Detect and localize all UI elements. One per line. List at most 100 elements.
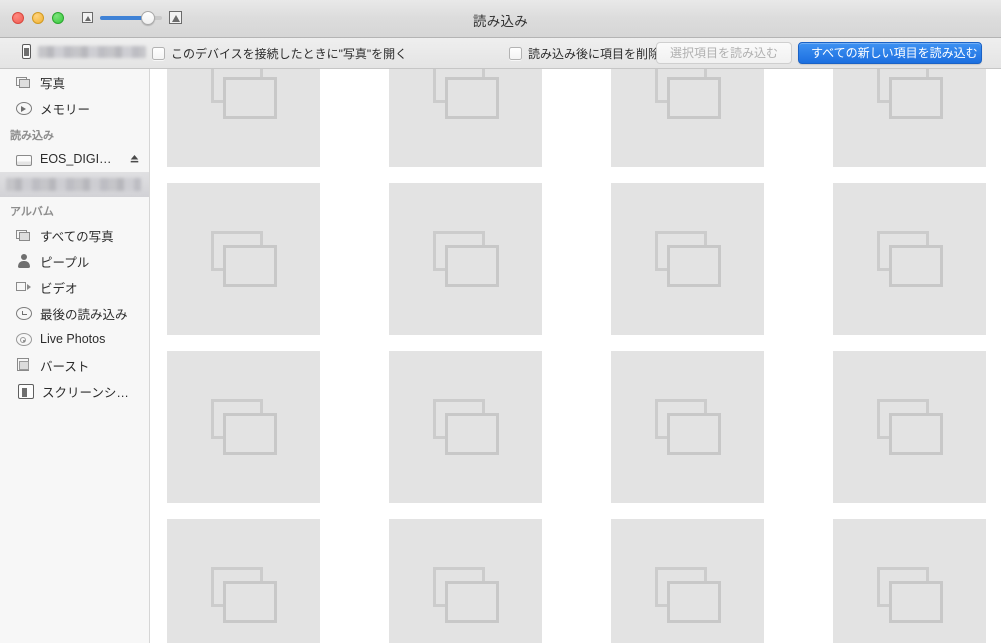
stacked-photos-icon xyxy=(432,231,499,287)
sidebar-item-label: スクリーンショ… xyxy=(42,385,141,400)
sidebar-section-albums: アルバム xyxy=(10,206,54,218)
eject-icon[interactable] xyxy=(130,154,139,164)
stacked-photos-icon xyxy=(876,399,943,455)
stacked-photos-icon xyxy=(654,231,721,287)
stacked-photos-icon xyxy=(654,399,721,455)
stacked-photos-front-rect xyxy=(666,245,721,287)
connected-device[interactable] xyxy=(22,44,146,59)
thumbnail-cell[interactable] xyxy=(833,519,986,643)
thumbnail-cell[interactable] xyxy=(167,519,320,643)
stacked-photos-front-rect xyxy=(888,77,943,119)
thumbnail-cell[interactable] xyxy=(167,69,320,167)
stacked-photos-front-rect xyxy=(888,413,943,455)
stacked-photos-front-rect xyxy=(888,581,943,623)
stacked-photos-icon xyxy=(210,567,277,623)
thumbnail-cell[interactable] xyxy=(389,183,542,335)
drive-icon xyxy=(16,154,32,166)
stacked-photos-icon xyxy=(654,567,721,623)
sidebar-item-bursts[interactable]: バースト xyxy=(0,352,149,378)
stacked-photos-front-rect xyxy=(222,581,277,623)
sidebar-item-live-photos[interactable]: Live Photos xyxy=(0,326,149,352)
thumbnail-cell[interactable] xyxy=(389,351,542,503)
person-icon xyxy=(16,253,32,269)
stacked-photos-front-rect xyxy=(444,77,499,119)
device-name-redacted xyxy=(38,45,146,58)
burst-icon xyxy=(16,357,32,373)
sidebar-item-label: 最後の読み込み xyxy=(40,307,128,322)
video-icon xyxy=(16,279,32,295)
sidebar-item-eos-digital[interactable]: EOS_DIGI… xyxy=(0,146,149,172)
sidebar-item-videos[interactable]: ビデオ xyxy=(0,274,149,300)
sidebar-item-photos[interactable]: 写真 xyxy=(0,69,149,95)
clock-icon xyxy=(16,307,32,320)
window-titlebar: 読み込み xyxy=(0,0,1001,38)
checkbox-box[interactable] xyxy=(152,47,165,60)
sidebar-item-screenshots[interactable]: スクリーンショ… xyxy=(0,378,149,404)
iphone-icon xyxy=(22,44,31,59)
stacked-photos-front-rect xyxy=(666,581,721,623)
thumbnail-cell[interactable] xyxy=(833,183,986,335)
open-photos-on-connect-checkbox[interactable]: このデバイスを接続したときに"写真"を開く xyxy=(152,45,407,62)
stacked-photos-icon xyxy=(876,231,943,287)
stacked-photos-icon xyxy=(210,231,277,287)
thumbnail-cell[interactable] xyxy=(389,69,542,167)
photos-import-window: 読み込み このデバイスを接続したときに"写真"を開く 読み込み後に項目を削除 選… xyxy=(0,0,1001,643)
stacked-photos-front-rect xyxy=(444,581,499,623)
memories-icon xyxy=(16,102,32,115)
page-title: 読み込み xyxy=(472,14,529,29)
stacked-photos-icon xyxy=(210,399,277,455)
thumbnail-cell[interactable] xyxy=(389,519,542,643)
stacked-photos-front-rect xyxy=(444,245,499,287)
stacked-photos-front-rect xyxy=(888,245,943,287)
sidebar-item-label: ピープル xyxy=(40,255,90,270)
thumbnail-cell[interactable] xyxy=(167,183,320,335)
thumbnail-cell[interactable] xyxy=(611,351,764,503)
thumbnail-grid xyxy=(151,69,1001,643)
thumbnail-cell[interactable] xyxy=(167,351,320,503)
sidebar-item-label: ビデオ xyxy=(40,281,78,296)
import-all-new-button[interactable]: すべての新しい項目を読み込む xyxy=(798,42,982,64)
stacked-photos-front-rect xyxy=(222,413,277,455)
sidebar-item-label: メモリー xyxy=(40,102,91,117)
stacked-photos-icon xyxy=(876,567,943,623)
sidebar: 写真 メモリー 読み込み EOS_DIGI… アルバム すべての写真 ピープル xyxy=(0,69,150,643)
delete-after-import-checkbox[interactable]: 読み込み後に項目を削除 xyxy=(509,45,660,62)
sidebar-section-import: 読み込み xyxy=(10,130,54,142)
stacked-photos-front-rect xyxy=(666,413,721,455)
sidebar-item-label: すべての写真 xyxy=(40,229,114,244)
sidebar-item-last-import[interactable]: 最後の読み込み xyxy=(0,300,149,326)
stacked-photos-front-rect xyxy=(222,77,277,119)
stacked-photos-front-rect xyxy=(444,413,499,455)
thumbnail-cell[interactable] xyxy=(833,69,986,167)
thumbnail-cell[interactable] xyxy=(833,351,986,503)
stacked-photos-icon xyxy=(654,69,721,119)
sidebar-item-redacted-device[interactable] xyxy=(0,172,149,197)
live-photos-icon xyxy=(16,333,32,346)
sidebar-item-memories[interactable]: メモリー xyxy=(0,95,149,121)
sidebar-item-label: Live Photos xyxy=(40,332,106,346)
photos-icon xyxy=(16,227,32,243)
delete-after-import-label: 読み込み後に項目を削除 xyxy=(528,47,661,61)
sidebar-item-label: EOS_DIGI… xyxy=(40,152,112,166)
open-photos-on-connect-label: このデバイスを接続したときに"写真"を開く xyxy=(171,47,408,61)
import-photo-grid[interactable] xyxy=(151,69,1001,643)
stacked-photos-front-rect xyxy=(222,245,277,287)
sidebar-item-people[interactable]: ピープル xyxy=(0,248,149,274)
sidebar-item-label: バースト xyxy=(40,359,90,374)
screenshot-icon xyxy=(18,384,34,399)
sidebar-item-label: 写真 xyxy=(40,76,66,91)
thumbnail-cell[interactable] xyxy=(611,69,764,167)
import-toolbar: このデバイスを接続したときに"写真"を開く 読み込み後に項目を削除 選択項目を読… xyxy=(0,38,1001,69)
thumbnail-cell[interactable] xyxy=(611,183,764,335)
import-selected-button[interactable]: 選択項目を読み込む xyxy=(656,42,792,64)
stacked-photos-icon xyxy=(210,69,277,119)
stacked-photos-icon xyxy=(432,567,499,623)
thumbnail-cell[interactable] xyxy=(611,519,764,643)
checkbox-box[interactable] xyxy=(509,47,522,60)
sidebar-item-all-photos[interactable]: すべての写真 xyxy=(0,222,149,248)
photos-icon xyxy=(16,74,32,90)
stacked-photos-icon xyxy=(432,69,499,119)
stacked-photos-icon xyxy=(876,69,943,119)
stacked-photos-front-rect xyxy=(666,77,721,119)
stacked-photos-icon xyxy=(432,399,499,455)
